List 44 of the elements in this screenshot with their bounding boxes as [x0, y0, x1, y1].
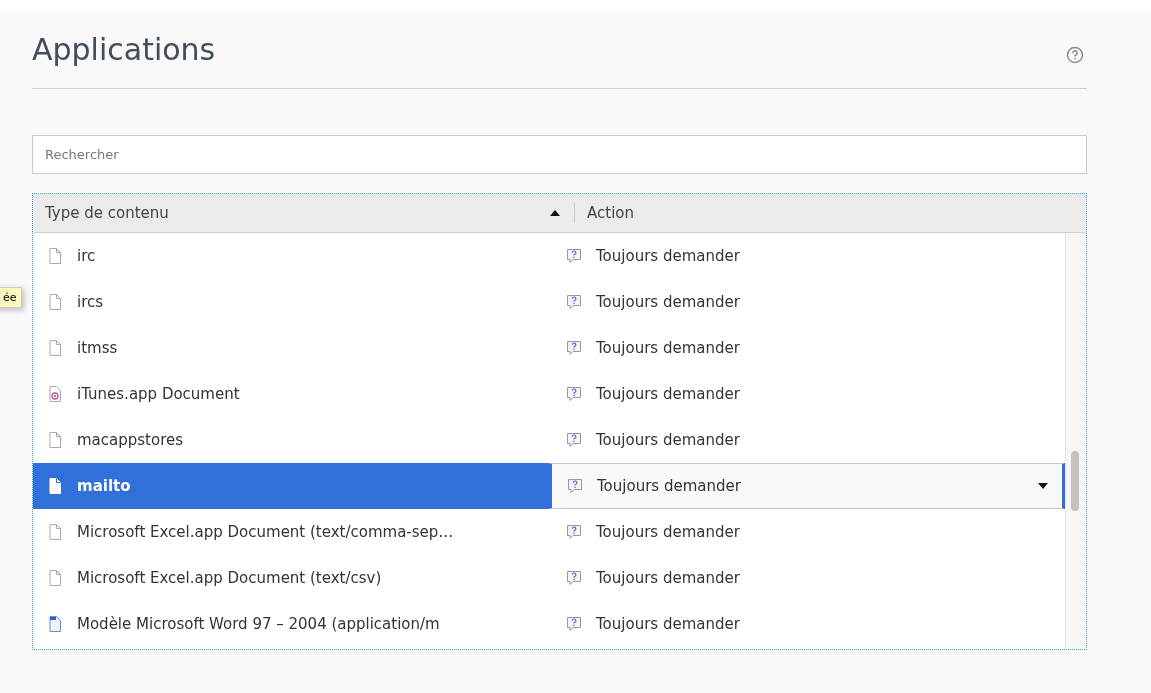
table-cell[interactable]: Toujours demander	[548, 279, 1065, 325]
caret-icon	[1038, 483, 1048, 489]
table-cell[interactable]: Microsoft Excel.app Document (text/csv)	[33, 555, 548, 601]
table-cell[interactable]: Toujours demander	[548, 233, 1065, 279]
table-cell[interactable]: irc	[33, 233, 548, 279]
question-bubble-icon	[566, 570, 582, 586]
table-cell[interactable]: Toujours demander	[548, 417, 1065, 463]
question-bubble-icon	[566, 432, 582, 448]
table-cell[interactable]: Toujours demander	[548, 371, 1065, 417]
document-icon	[49, 570, 61, 586]
action-dropdown[interactable]: Toujours demander	[548, 463, 1065, 509]
question-bubble-icon	[566, 616, 582, 632]
table-cell[interactable]: ircs	[33, 279, 548, 325]
question-bubble-icon	[566, 248, 582, 264]
table-cell[interactable]: macappstores	[33, 417, 548, 463]
page-title: Applications	[32, 32, 216, 68]
selected-row-cell[interactable]: mailto	[33, 463, 548, 509]
help-icon[interactable]	[1066, 46, 1084, 64]
question-bubble-icon	[567, 478, 583, 494]
table-cell[interactable]: Modèle Microsoft Word 97 – 2004 (application/m	[33, 601, 548, 647]
question-bubble-icon	[566, 340, 582, 356]
search-field[interactable]: Rechercher	[32, 135, 1087, 174]
question-bubble-icon	[566, 294, 582, 310]
table-cell[interactable]: itmss	[33, 325, 548, 371]
music-document-icon	[49, 386, 61, 402]
document-icon	[49, 294, 61, 310]
document-icon	[49, 340, 61, 356]
table-cell[interactable]: Toujours demander	[548, 601, 1065, 647]
document-icon	[49, 248, 61, 264]
question-bubble-icon	[566, 524, 582, 540]
table-cell[interactable]: iTunes.app Document	[33, 371, 548, 417]
document-icon	[49, 478, 61, 494]
word-document-icon	[49, 616, 61, 632]
table-cell[interactable]: Microsoft Excel.app Document (text/comma-sep…	[33, 509, 548, 555]
document-icon	[49, 432, 61, 448]
column-header[interactable]: Action	[575, 194, 1086, 232]
question-bubble-icon	[566, 386, 582, 402]
column-header[interactable]: Type de contenu	[33, 203, 575, 223]
table-cell[interactable]: Toujours demander	[548, 509, 1065, 555]
tooltip: ée	[0, 287, 22, 308]
scrollbar-thumb[interactable]	[1071, 451, 1079, 511]
table-cell[interactable]: Toujours demander	[548, 325, 1065, 371]
table-cell[interactable]: Toujours demander	[548, 555, 1065, 601]
document-icon	[49, 524, 61, 540]
